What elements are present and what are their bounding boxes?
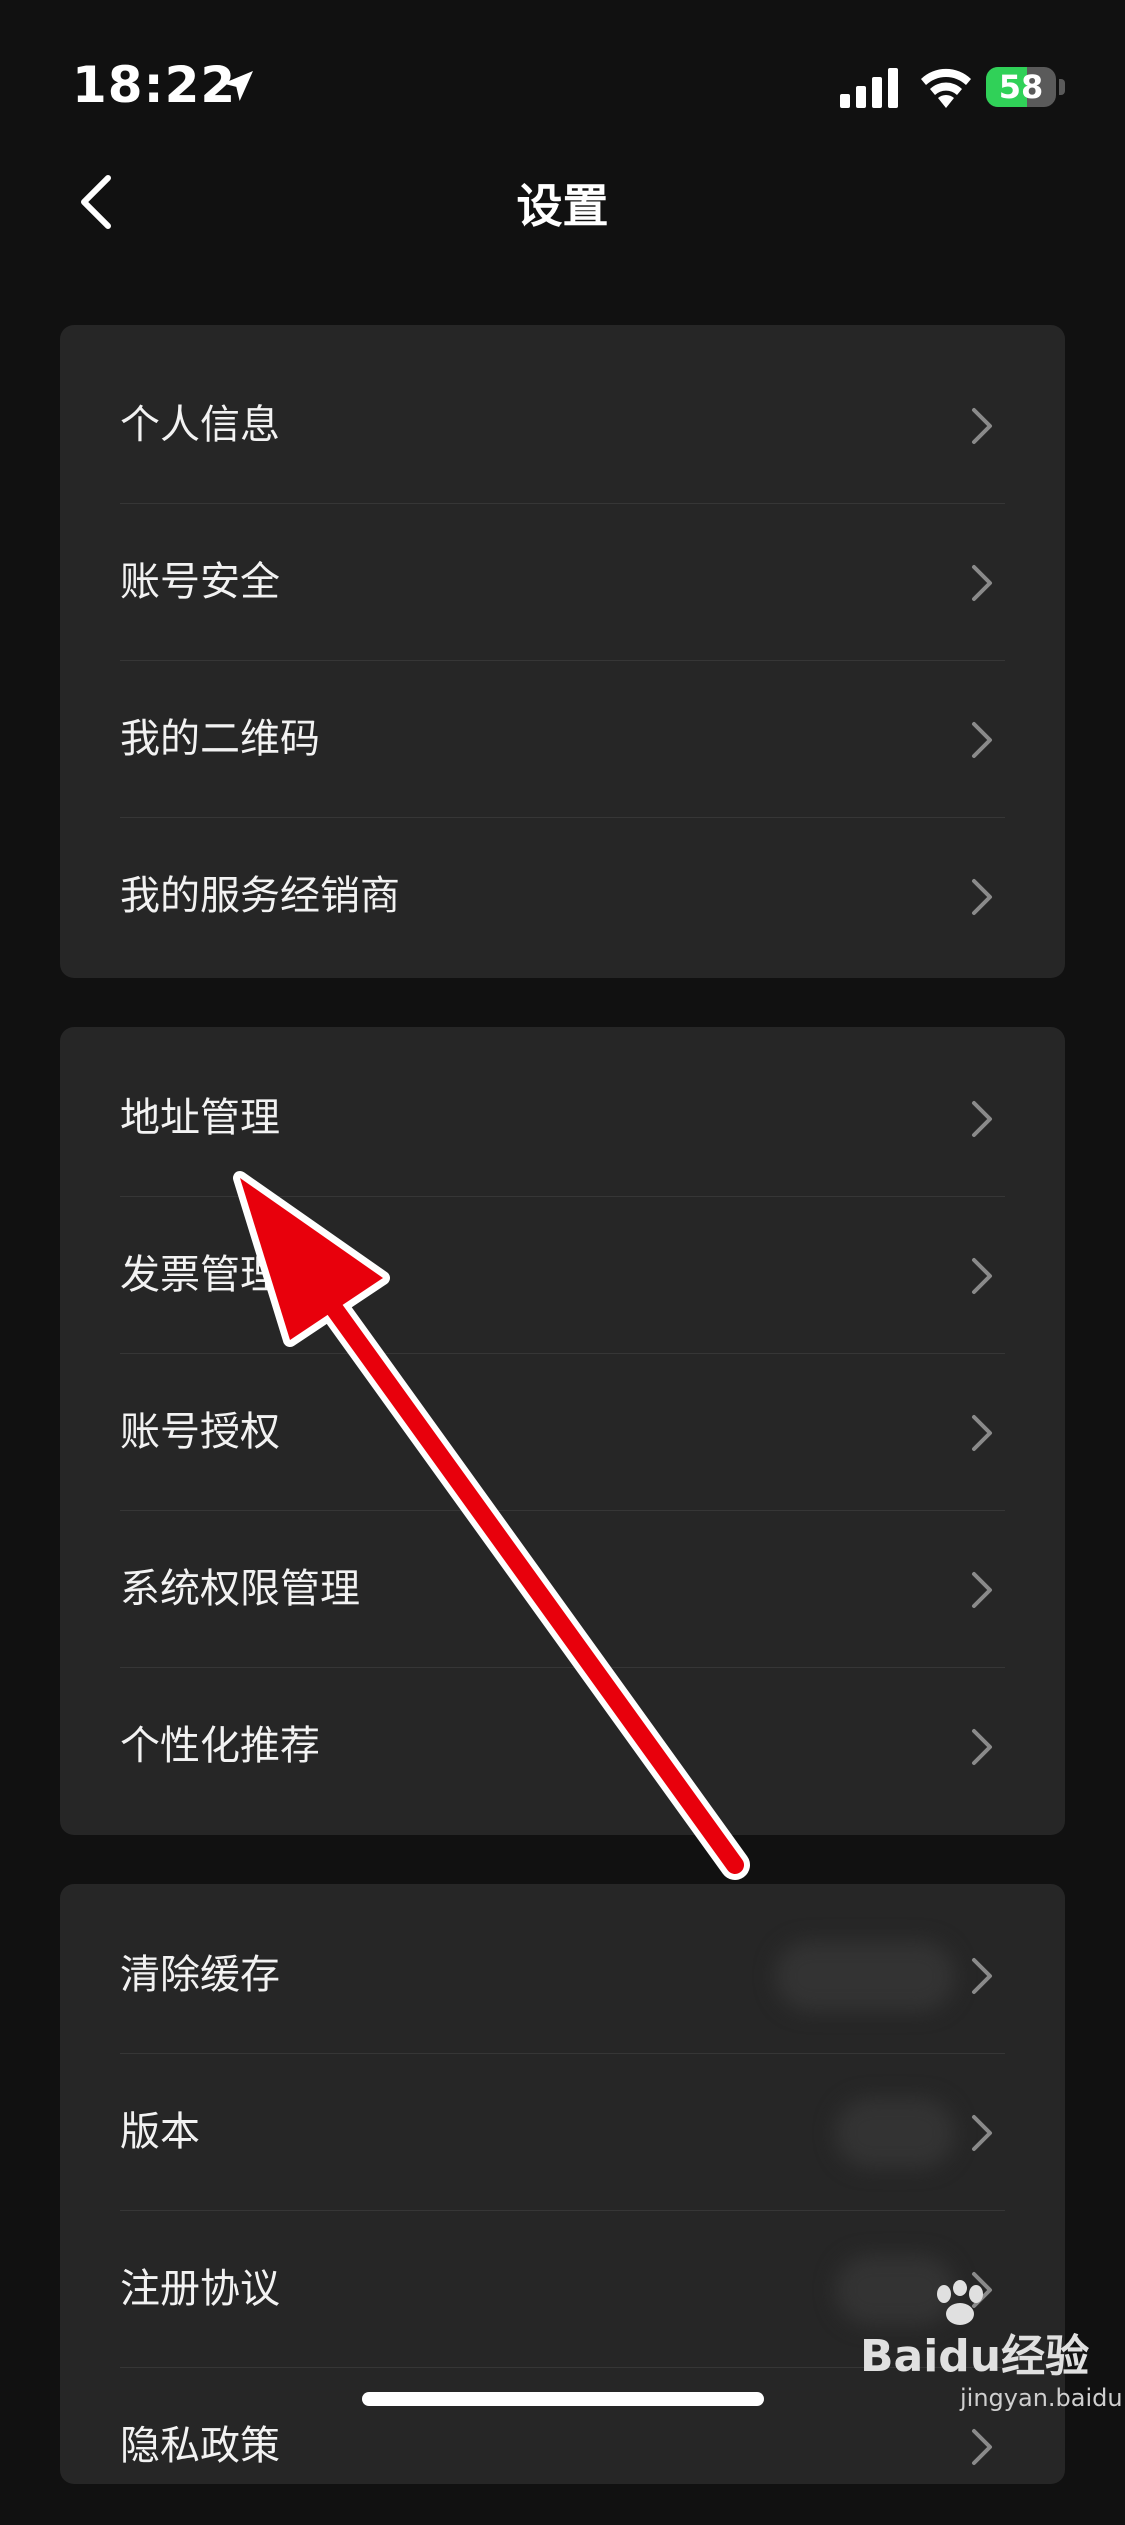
location-arrow-icon [223,71,253,101]
chevron-right-icon [972,879,992,915]
chevron-right-icon [972,408,992,444]
settings-item-label: 个人信息 [120,402,280,448]
settings-item-label: 注册协议 [120,2266,280,2312]
chevron-right-icon [972,1415,992,1451]
settings-item-label: 版本 [120,2109,200,2155]
battery-level: 58 [998,68,1044,106]
wifi-icon [921,68,971,108]
settings-item-label: 清除缓存 [120,1952,280,1998]
chevron-right-icon [972,2115,992,2151]
settings-item-label: 隐私政策 [120,2423,280,2469]
settings-item-personal-info[interactable]: 个人信息 [120,347,1005,504]
settings-item-label: 系统权限管理 [120,1566,360,1612]
home-indicator[interactable] [362,2392,764,2406]
chevron-right-icon [972,1958,992,1994]
watermark-brand: Baidu经验 [860,2331,1090,2382]
baidu-watermark: Baidu经验 jingyan.baidu.com [860,2280,1125,2420]
settings-item-personalized-recommendation[interactable]: 个性化推荐 [120,1668,1005,1825]
chevron-right-icon [972,1258,992,1294]
settings-group-management: 地址管理 发票管理 账号授权 系统权限管理 个性化推荐 [60,1027,1065,1835]
settings-item-clear-cache[interactable]: 清除缓存 [120,1897,1005,2054]
chevron-right-icon [972,565,992,601]
chevron-right-icon [972,1572,992,1608]
settings-item-label: 地址管理 [120,1095,280,1141]
settings-item-invoice-management[interactable]: 发票管理 [120,1197,1005,1354]
settings-item-system-permissions[interactable]: 系统权限管理 [120,1511,1005,1668]
chevron-right-icon [972,1101,992,1137]
settings-item-label: 我的二维码 [120,716,320,762]
cellular-signal-icon [840,68,898,108]
blurred-value [835,2098,955,2168]
chevron-right-icon [972,2429,992,2465]
settings-item-account-authorization[interactable]: 账号授权 [120,1354,1005,1511]
status-time: 18:22 [72,56,237,114]
navigation-bar: 设置 [0,160,1125,240]
battery-icon: 58 [986,67,1066,107]
settings-item-label: 个性化推荐 [120,1723,320,1769]
settings-item-service-dealer[interactable]: 我的服务经销商 [120,818,1005,975]
settings-item-label: 账号授权 [120,1409,280,1455]
settings-item-version[interactable]: 版本 [120,2054,1005,2211]
settings-item-label: 账号安全 [120,559,280,605]
chevron-right-icon [972,1729,992,1765]
settings-item-address-management[interactable]: 地址管理 [120,1040,1005,1197]
settings-item-label: 我的服务经销商 [120,873,400,919]
status-bar: 18:22 58 [0,0,1125,170]
settings-item-qr-code[interactable]: 我的二维码 [120,661,1005,818]
settings-group-account: 个人信息 账号安全 我的二维码 我的服务经销商 [60,325,1065,978]
blurred-value [775,1941,955,2011]
watermark-url: jingyan.baidu.com [960,2384,1125,2412]
page-title: 设置 [516,179,609,233]
chevron-right-icon [972,722,992,758]
settings-item-label: 发票管理 [120,1252,280,1298]
settings-item-account-security[interactable]: 账号安全 [120,504,1005,661]
